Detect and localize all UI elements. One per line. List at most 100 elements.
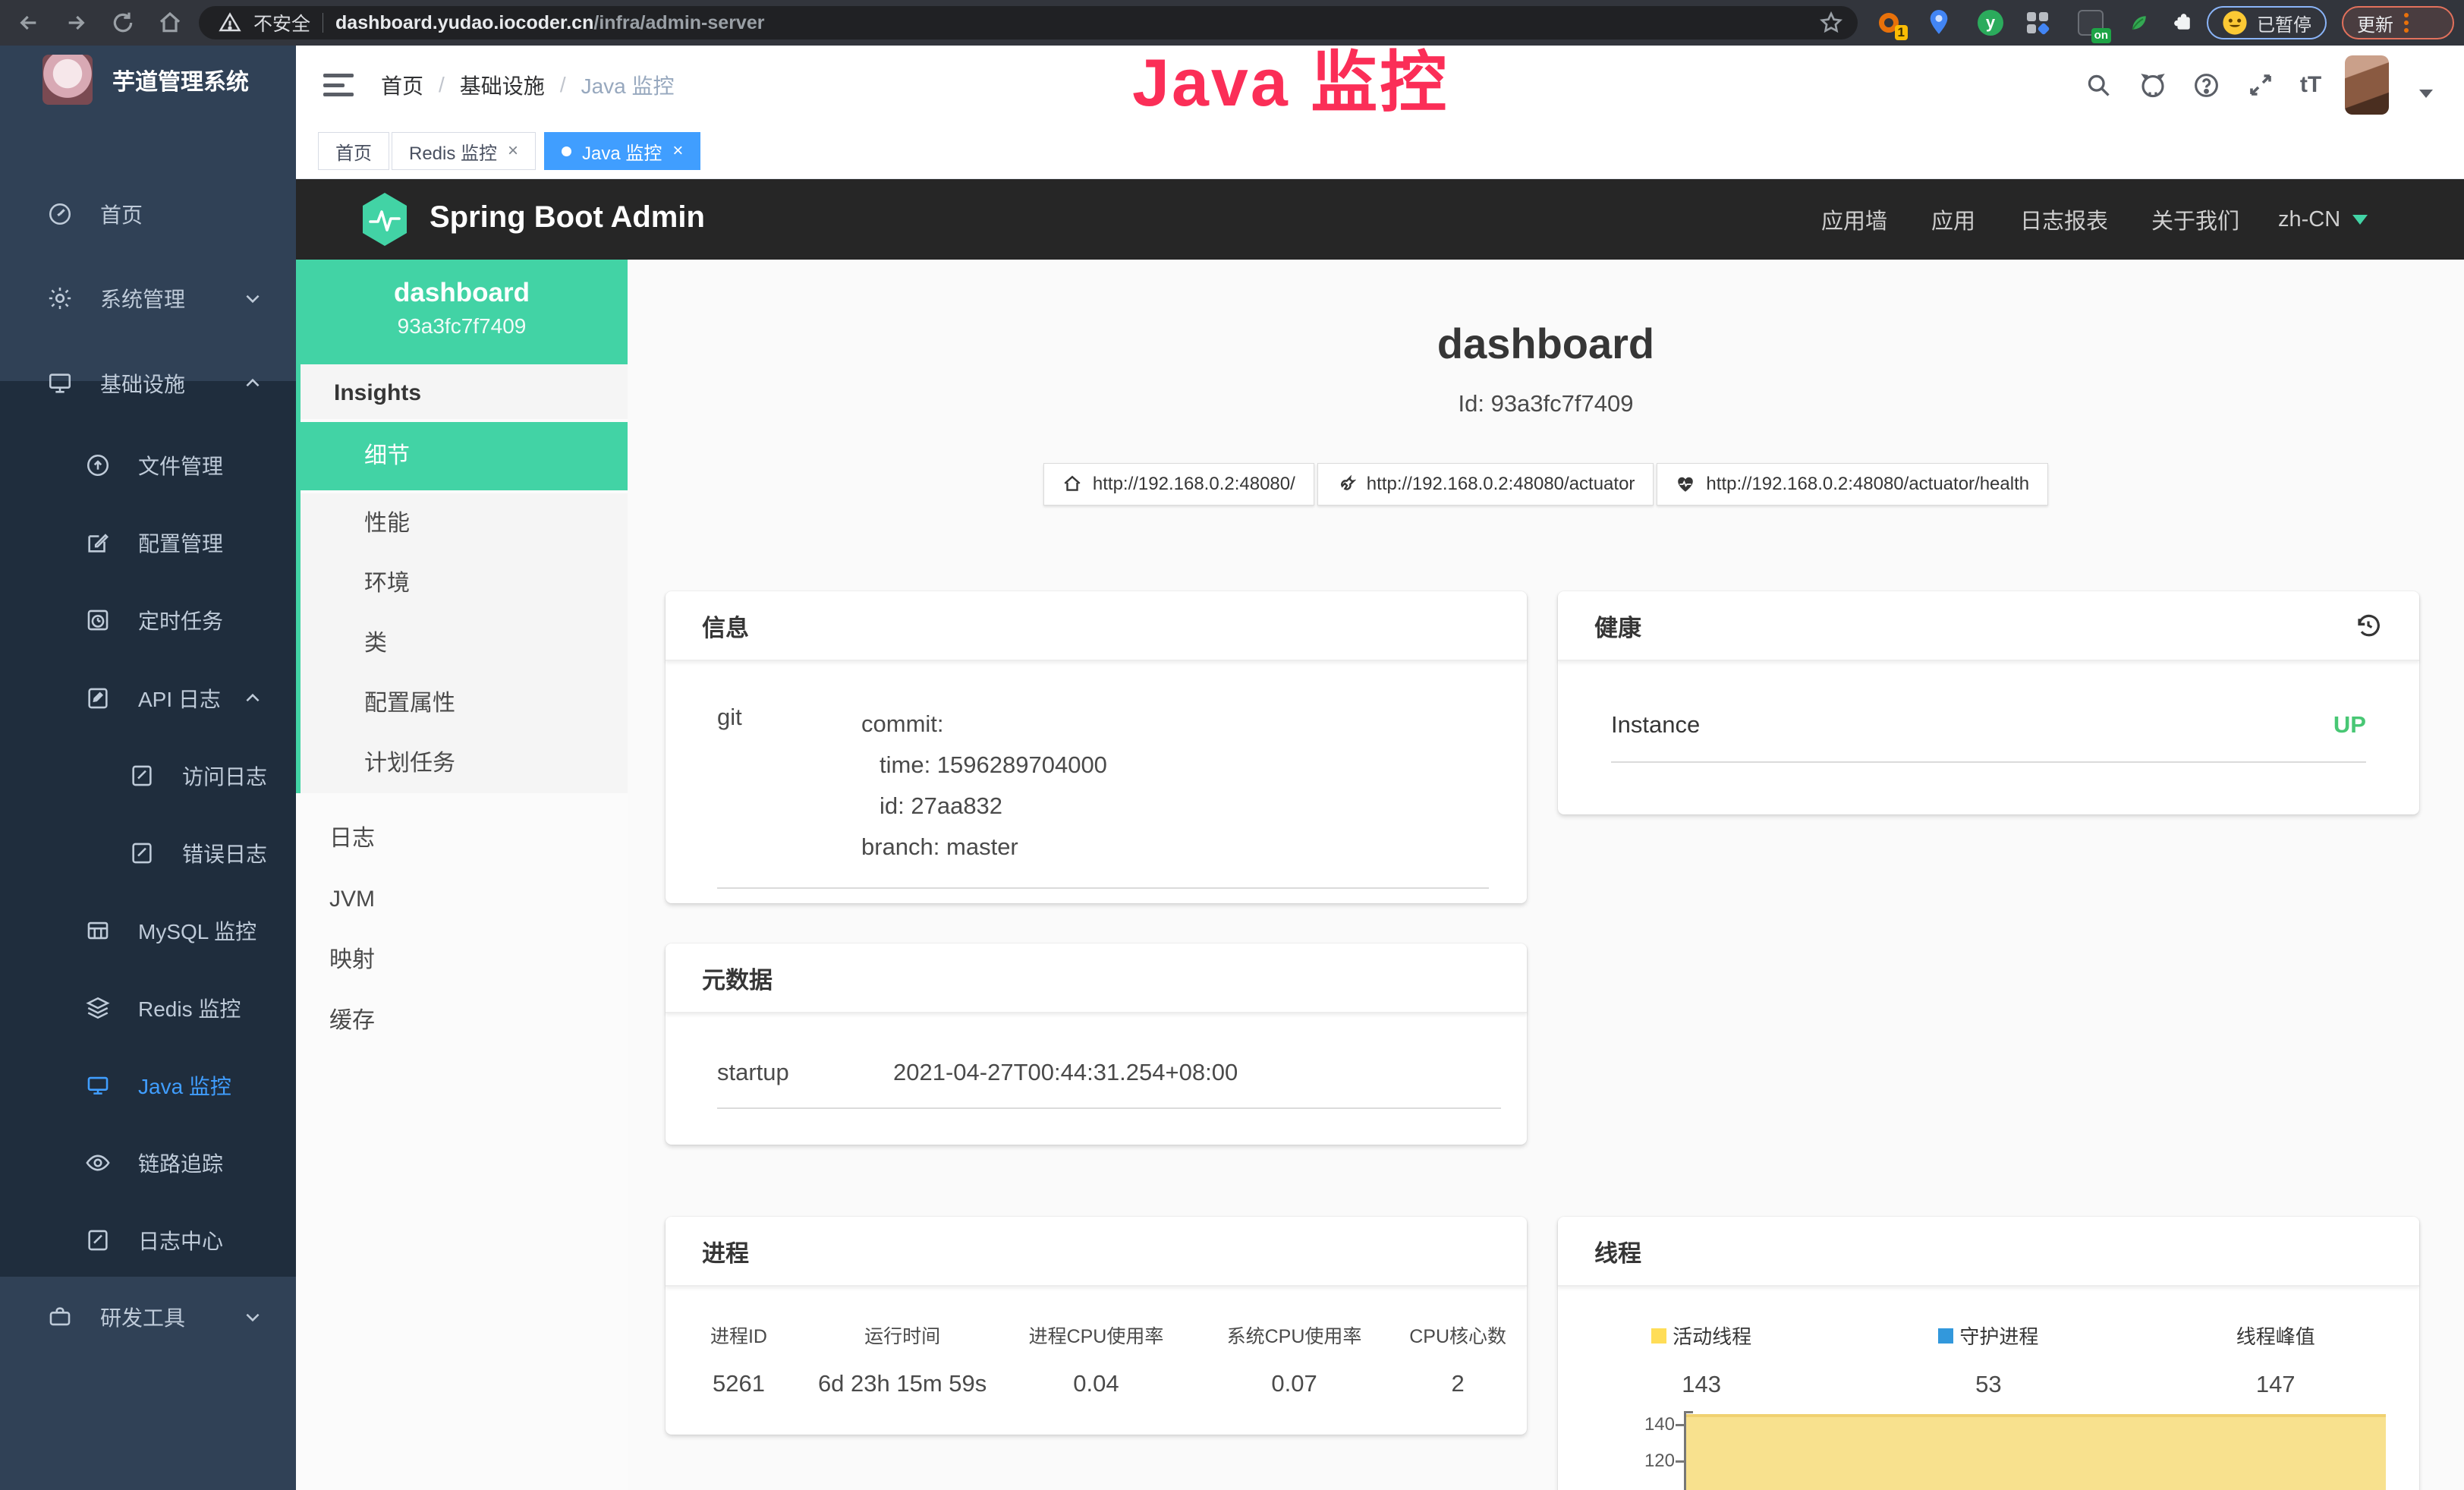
sba-language-select[interactable]: zh-CN: [2278, 179, 2368, 260]
sba-item-scheduled-tasks[interactable]: 计划任务: [301, 733, 628, 793]
sba-item-config-props[interactable]: 配置属性: [301, 673, 628, 733]
y-tick-120: 120: [1622, 1451, 1675, 1472]
health-card-title: 健康: [1558, 591, 2419, 661]
sba-root-items: 日志 JVM 映射 缓存: [296, 808, 628, 1051]
briefcase-icon: [47, 1304, 73, 1330]
sidebar-item-home[interactable]: 首页: [0, 175, 296, 253]
sba-item-metrics[interactable]: 性能: [301, 493, 628, 553]
help-icon[interactable]: [2192, 71, 2220, 99]
extension-on-icon[interactable]: on: [2076, 8, 2105, 37]
sidebar-item-error-log[interactable]: 错误日志: [0, 814, 296, 892]
sidebar-item-scheduled-task[interactable]: 定时任务: [0, 581, 296, 659]
bookmark-star-icon[interactable]: [1817, 8, 1846, 37]
user-avatar[interactable]: [2345, 55, 2389, 115]
legend-daemon-threads: 守护进程 53: [1845, 1321, 2132, 1398]
tab-java-monitor[interactable]: Java 监控 ×: [544, 132, 700, 170]
metadata-startup-row: startup 2021-04-27T00:44:31.254+08:00: [717, 1059, 1501, 1109]
sidebar-item-api-log[interactable]: API 日志: [0, 660, 296, 737]
chevron-down-icon: [2352, 215, 2368, 225]
screen-icon: [85, 1073, 111, 1098]
sba-section-insights[interactable]: Insights: [301, 364, 628, 422]
sba-item-jvm[interactable]: JVM: [296, 869, 628, 930]
screen: 不安全 dashboard.yudao.iocoder.cn/infra/adm…: [0, 0, 2464, 1490]
health-url-chip[interactable]: http://192.168.0.2:48080/actuator/health: [1657, 463, 2048, 506]
sba-nav-about[interactable]: 关于我们: [2151, 179, 2239, 260]
sidebar-item-log-center[interactable]: 日志中心: [0, 1202, 296, 1279]
sba-instance-header[interactable]: dashboard 93a3fc7f7409: [296, 260, 628, 364]
browser-menu-icon: [2404, 13, 2409, 33]
tags-view: 首页 Redis 监控 × Java 监控 ×: [296, 124, 2464, 179]
emoji-face-icon: [2222, 10, 2248, 36]
extension-y-icon[interactable]: y: [1976, 8, 2005, 37]
sba-nav-applications[interactable]: 应用: [1931, 179, 1975, 260]
app-title: 芋道管理系统: [112, 63, 249, 96]
extension-grid-icon[interactable]: [2023, 8, 2052, 37]
app-sidebar: 芋道管理系统 首页 系统管理 基础设施 文件管理 配置管理 定时任务 API 日…: [0, 46, 296, 1490]
legend-swatch-blue: [1938, 1328, 1953, 1344]
user-menu-caret-icon[interactable]: [2419, 90, 2433, 98]
info-value: commit: time: 1596289704000 id: 27aa832 …: [861, 704, 1489, 868]
sidebar-item-config-manage[interactable]: 配置管理: [0, 504, 296, 581]
sidebar-item-mysql-monitor[interactable]: MySQL 监控: [0, 892, 296, 969]
browser-update-chip[interactable]: 更新: [2342, 6, 2454, 39]
table-icon: [85, 918, 111, 943]
sidebar-item-tracing[interactable]: 链路追踪: [0, 1124, 296, 1202]
sidebar-item-system[interactable]: 系统管理: [0, 260, 296, 337]
app-logo-image: [42, 55, 93, 105]
tab-redis-monitor[interactable]: Redis 监控 ×: [392, 132, 536, 170]
threads-chart: 140 120 100: [1558, 1408, 2419, 1490]
threads-card: 线程 活动线程 143 守护进程 53 线程峰值 147 140: [1558, 1217, 2419, 1490]
close-icon[interactable]: ×: [672, 140, 683, 162]
sidebar-item-file-manage[interactable]: 文件管理: [0, 427, 296, 504]
tab-home[interactable]: 首页: [318, 132, 389, 170]
close-icon[interactable]: ×: [508, 140, 518, 162]
health-instance-row: Instance UP: [1611, 711, 2366, 763]
home-icon: [1062, 474, 1082, 494]
sba-item-caches[interactable]: 缓存: [296, 991, 628, 1051]
health-instance-label: Instance: [1611, 711, 1700, 739]
sidebar-item-dev-tools[interactable]: 研发工具: [0, 1278, 296, 1356]
history-icon[interactable]: [2354, 611, 2383, 640]
fullscreen-icon[interactable]: [2246, 71, 2275, 99]
col-pid: 进程ID: [666, 1321, 812, 1349]
breadcrumb-home[interactable]: 首页: [381, 70, 423, 100]
profile-paused-chip[interactable]: 已暂停: [2207, 6, 2327, 39]
app-logo[interactable]: 芋道管理系统: [42, 55, 249, 105]
extension-leaf-icon[interactable]: [2125, 8, 2154, 37]
url-bar[interactable]: 不安全 dashboard.yudao.iocoder.cn/infra/adm…: [199, 6, 1858, 39]
y-tick-140: 140: [1622, 1414, 1675, 1435]
extension-pin-icon[interactable]: [1924, 8, 1953, 37]
sidebar-item-access-log[interactable]: 访问日志: [0, 737, 296, 814]
actuator-url-chip[interactable]: http://192.168.0.2:48080/actuator: [1317, 463, 1654, 506]
github-icon[interactable]: [2138, 71, 2167, 99]
sba-brand-title[interactable]: Spring Boot Admin: [430, 200, 705, 235]
page-subtitle: Id: 93a3fc7f7409: [628, 390, 2464, 417]
reload-icon[interactable]: [108, 8, 138, 38]
sba-item-mappings[interactable]: 映射: [296, 930, 628, 991]
sba-item-environment[interactable]: 环境: [301, 553, 628, 613]
legend-swatch-yellow: [1651, 1328, 1666, 1344]
extensions-puzzle-icon[interactable]: [2169, 8, 2198, 37]
process-table: 进程ID 5261 运行时间 6d 23h 15m 59s 进程CPU使用率 0…: [666, 1321, 1527, 1397]
sba-nav-journal[interactable]: 日志报表: [2020, 179, 2108, 260]
info-key: git: [717, 704, 861, 868]
sidebar-item-infra[interactable]: 基础设施: [0, 345, 296, 422]
font-size-icon[interactable]: tT: [2296, 71, 2325, 99]
search-icon[interactable]: [2084, 71, 2113, 99]
sba-item-details[interactable]: 细节: [301, 422, 628, 493]
extension-colorzilla-icon[interactable]: 1: [1874, 8, 1903, 37]
sba-nav-wallboard[interactable]: 应用墙: [1821, 179, 1887, 260]
sidebar-item-java-monitor[interactable]: Java 监控: [0, 1047, 296, 1124]
sba-item-logs[interactable]: 日志: [296, 808, 628, 869]
forward-icon[interactable]: [61, 8, 91, 38]
threads-card-title: 线程: [1558, 1217, 2419, 1287]
sba-item-classes[interactable]: 类: [301, 613, 628, 673]
url-text: dashboard.yudao.iocoder.cn/infra/admin-s…: [335, 12, 764, 34]
service-url-chip[interactable]: http://192.168.0.2:48080/: [1043, 463, 1314, 506]
collapse-menu-icon[interactable]: [323, 74, 354, 96]
sidebar-item-redis-monitor[interactable]: Redis 监控: [0, 969, 296, 1047]
breadcrumb-infra[interactable]: 基础设施: [460, 70, 545, 100]
back-icon[interactable]: [14, 8, 44, 38]
security-label: 不安全: [253, 9, 310, 36]
home-icon[interactable]: [155, 8, 185, 38]
